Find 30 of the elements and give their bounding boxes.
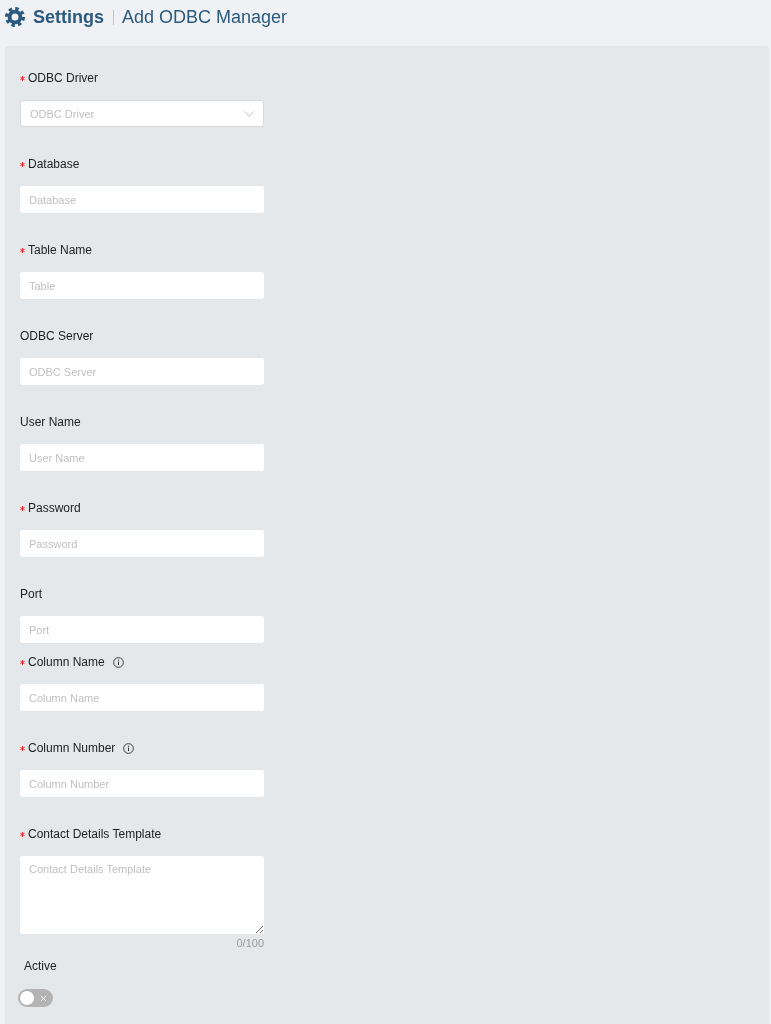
field-label: Active xyxy=(24,958,57,974)
template-textarea[interactable]: Contact Details Template xyxy=(20,856,264,934)
field-label: ODBC Driver xyxy=(28,70,98,86)
text-input[interactable]: ODBC Server xyxy=(20,358,264,385)
driver-select[interactable]: ODBC Driver xyxy=(20,100,264,127)
field-label: Column Number xyxy=(28,740,116,756)
text-input[interactable]: Column Number xyxy=(20,770,264,797)
text-input[interactable]: User Name xyxy=(20,444,264,471)
field-label: Column Name xyxy=(28,654,105,670)
character-counter: 0/100 xyxy=(236,936,264,950)
field-label: ODBC Server xyxy=(20,328,94,344)
settings-icon xyxy=(5,7,25,27)
page-subtitle: Add ODBC Manager xyxy=(122,6,288,28)
cross-icon xyxy=(40,994,47,1002)
active-toggle[interactable] xyxy=(18,989,53,1007)
field-label: Database xyxy=(28,156,80,172)
page-title: Settings xyxy=(33,6,104,28)
field-label: Contact Details Template xyxy=(28,826,162,842)
field-label: Port xyxy=(20,586,42,602)
text-input[interactable]: Port xyxy=(20,616,264,643)
field-label: User Name xyxy=(20,414,81,430)
field-label: Table Name xyxy=(28,242,93,258)
text-input[interactable]: Password xyxy=(20,530,264,557)
text-input[interactable]: Column Name xyxy=(20,684,264,711)
info-icon[interactable] xyxy=(112,656,124,668)
chevron-down-icon xyxy=(244,110,254,117)
text-input[interactable]: Database xyxy=(20,186,264,213)
field-label: Password xyxy=(28,500,81,516)
info-icon[interactable] xyxy=(123,742,135,754)
text-input[interactable]: Table xyxy=(20,272,264,299)
